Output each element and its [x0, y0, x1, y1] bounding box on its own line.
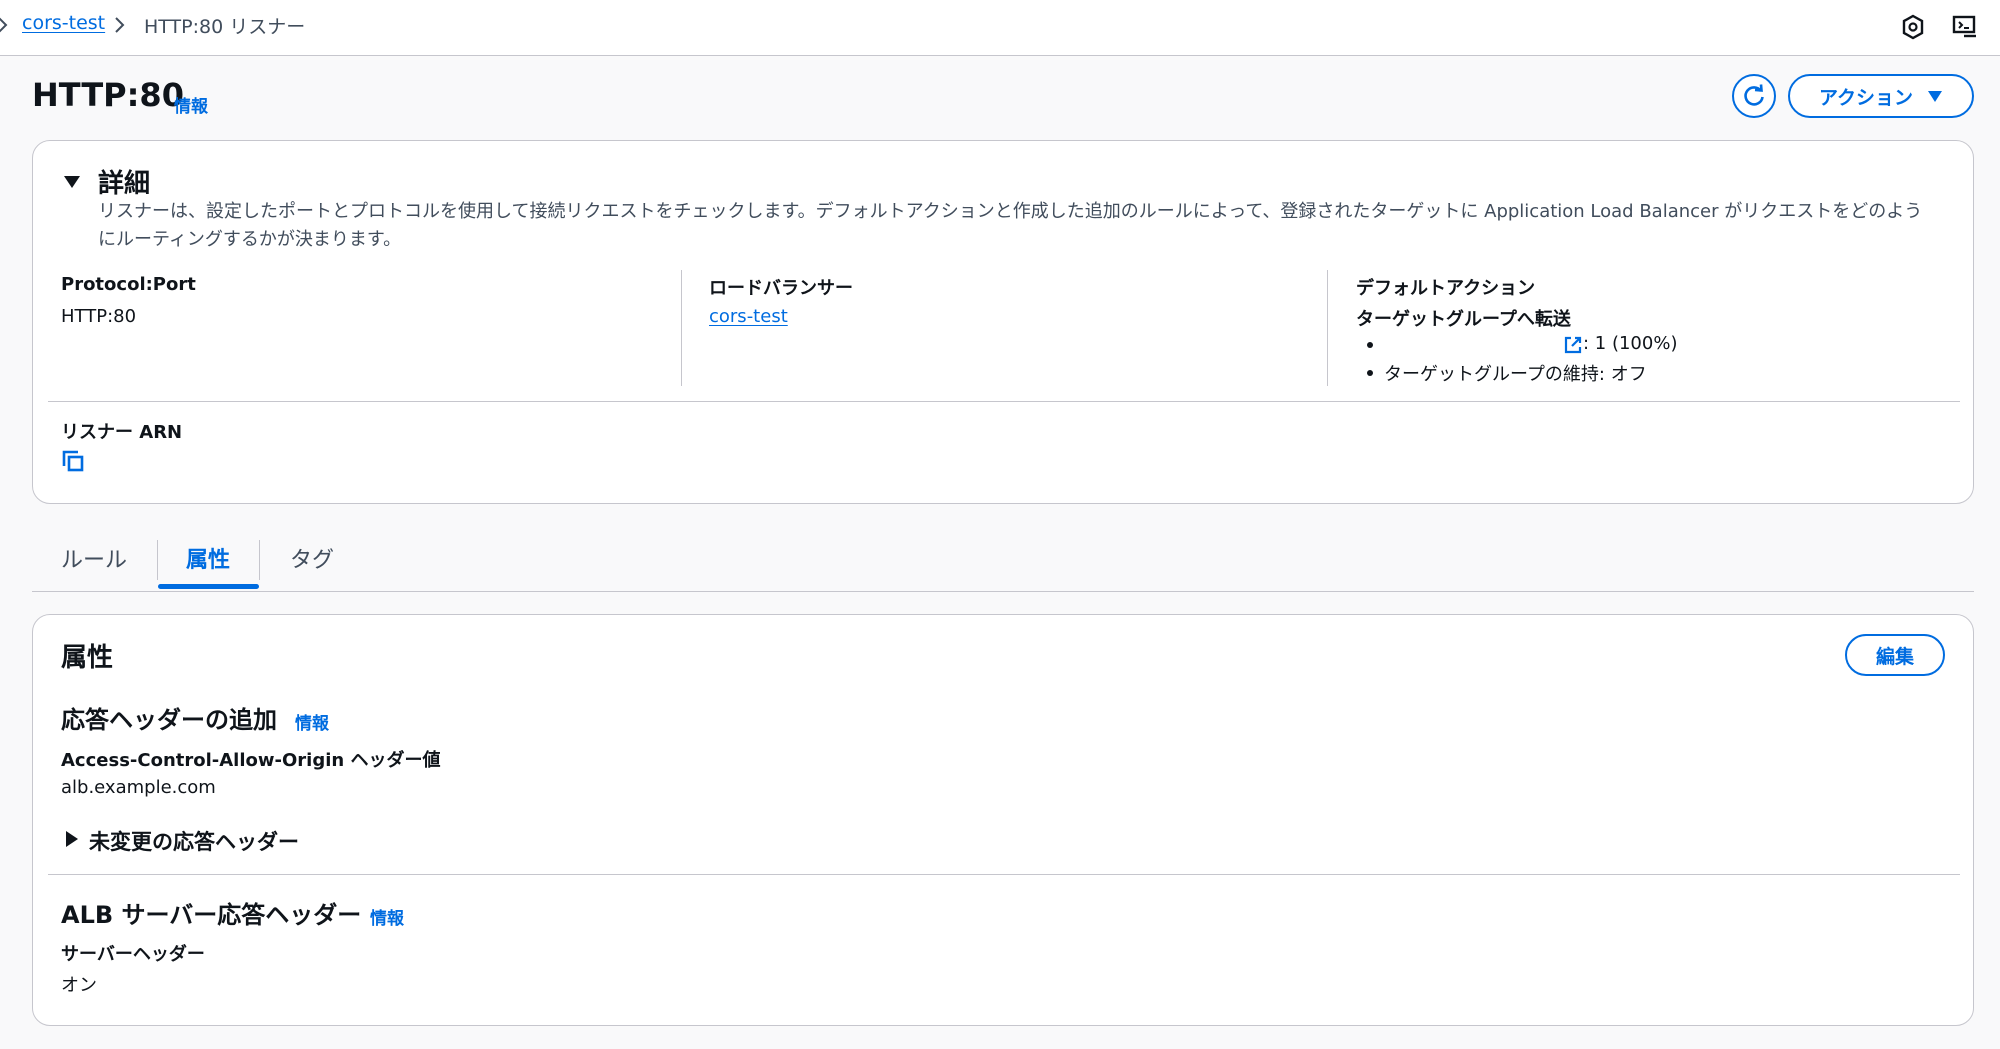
- load-balancer-label: ロードバランサー: [709, 278, 853, 299]
- attributes-container: [32, 614, 1974, 1026]
- tabs-divider: [32, 591, 1974, 592]
- edit-button[interactable]: 編集: [1845, 634, 1945, 676]
- bullet: [1367, 370, 1373, 376]
- cloudshell-icon[interactable]: [1950, 12, 1980, 42]
- section-divider: [48, 401, 1960, 402]
- protocol-value: HTTP:80: [61, 306, 137, 327]
- response-headers-title: 応答ヘッダーの追加: [61, 706, 277, 734]
- notifications-icon[interactable]: [1898, 12, 1928, 42]
- server-headers-title: ALB サーバー応答ヘッダー: [61, 901, 362, 929]
- load-balancer-link[interactable]: cors-test: [709, 306, 788, 327]
- tab-rules[interactable]: ルール: [61, 542, 127, 574]
- server-header-value: オン: [61, 975, 97, 996]
- info-link[interactable]: 情報: [370, 904, 404, 929]
- column-divider: [681, 270, 682, 386]
- tab-tags[interactable]: タグ: [290, 542, 334, 574]
- details-container: [32, 140, 1974, 504]
- breadcrumb-current: HTTP:80 リスナー: [144, 16, 306, 38]
- target-group-weight: : 1 (100%): [1583, 333, 1678, 354]
- forward-label: ターゲットグループへ転送: [1356, 309, 1571, 330]
- acao-value: alb.example.com: [61, 777, 216, 798]
- default-action-label: デフォルトアクション: [1356, 278, 1536, 299]
- top-bar: cors-test HTTP:80 リスナー: [0, 0, 2000, 56]
- info-link[interactable]: 情報: [295, 709, 329, 734]
- listener-arn-label: リスナー ARN: [61, 422, 183, 443]
- active-tab-indicator: [158, 584, 259, 589]
- chevron-right-icon: [0, 17, 8, 33]
- actions-button[interactable]: アクション: [1788, 74, 1974, 118]
- section-divider: [48, 874, 1960, 875]
- stickiness-value: ターゲットグループの維持: オフ: [1384, 364, 1647, 385]
- attributes-title: 属性: [61, 643, 114, 673]
- details-title[interactable]: 詳細: [98, 163, 150, 200]
- tab-separator: [259, 540, 260, 580]
- refresh-icon: [1744, 84, 1764, 106]
- caret-down-icon[interactable]: [64, 174, 80, 190]
- caret-right-icon[interactable]: [64, 831, 80, 847]
- tab-attributes[interactable]: 属性: [186, 542, 230, 574]
- chevron-right-icon: [115, 17, 125, 33]
- external-link-icon[interactable]: [1563, 335, 1583, 355]
- bullet: [1367, 342, 1373, 348]
- column-divider: [1327, 270, 1328, 386]
- details-description: リスナーは、設定したポートとプロトコルを使用して接続リクエストをチェックします。…: [98, 201, 1923, 250]
- info-link[interactable]: 情報: [174, 92, 208, 117]
- copy-icon[interactable]: [61, 449, 85, 473]
- breadcrumb-item-cors-test[interactable]: cors-test: [22, 12, 105, 34]
- refresh-button[interactable]: [1732, 74, 1776, 118]
- protocol-label: Protocol:Port: [61, 274, 196, 295]
- caret-down-icon: [1928, 91, 1943, 102]
- unchanged-headers-toggle[interactable]: 未変更の応答ヘッダー: [89, 826, 299, 856]
- acao-label: Access-Control-Allow-Origin ヘッダー値: [61, 750, 441, 771]
- tab-separator: [157, 540, 158, 580]
- page-title: HTTP:80: [32, 76, 184, 114]
- server-header-label: サーバーヘッダー: [61, 944, 205, 965]
- actions-label: アクション: [1818, 87, 1914, 109]
